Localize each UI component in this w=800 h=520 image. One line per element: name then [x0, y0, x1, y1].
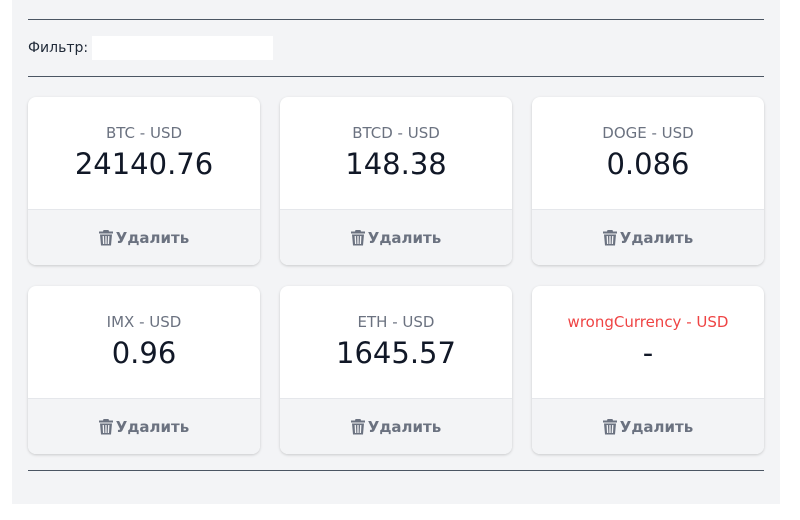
ticker-card-body: wrongCurrency - USD - [532, 286, 764, 398]
ticker-name: BTC - USD [105, 124, 183, 142]
delete-button[interactable]: Удалить [532, 398, 764, 454]
delete-button[interactable]: Удалить [532, 209, 764, 265]
trash-icon [350, 229, 365, 245]
trash-icon [602, 229, 617, 245]
trash-icon [350, 418, 365, 434]
delete-label: Удалить [367, 417, 442, 436]
trash-icon [602, 418, 617, 434]
ticker-card-body: DOGE - USD 0.086 [532, 97, 764, 209]
delete-label: Удалить [367, 228, 442, 247]
ticker-price: 148.38 [345, 147, 447, 181]
ticker-panel: Фильтр: BTC - USD 24140.76 Удалить BTCD … [12, 0, 780, 504]
ticker-name: BTCD - USD [352, 124, 440, 142]
ticker-name: wrongCurrency - USD [567, 313, 729, 331]
delete-label: Удалить [619, 228, 694, 247]
delete-label: Удалить [115, 417, 190, 436]
filter-row: Фильтр: [28, 36, 274, 60]
ticker-name: IMX - USD [106, 313, 182, 331]
filter-label: Фильтр: [28, 40, 89, 56]
ticker-price: 0.96 [111, 336, 177, 370]
ticker-card-body: ETH - USD 1645.57 [280, 286, 512, 398]
ticker-card[interactable]: DOGE - USD 0.086 Удалить [532, 97, 764, 265]
ticker-price: 0.086 [606, 147, 690, 181]
ticker-grid: BTC - USD 24140.76 Удалить BTCD - USD 14… [28, 97, 764, 454]
ticker-card[interactable]: wrongCurrency - USD - Удалить [532, 286, 764, 454]
ticker-price: 1645.57 [336, 336, 456, 370]
delete-button[interactable]: Удалить [28, 398, 260, 454]
filter-input[interactable] [92, 36, 274, 60]
ticker-card-body: IMX - USD 0.96 [28, 286, 260, 398]
delete-label: Удалить [619, 417, 694, 436]
delete-label: Удалить [115, 228, 190, 247]
trash-icon [98, 418, 113, 434]
ticker-card[interactable]: BTCD - USD 148.38 Удалить [280, 97, 512, 265]
ticker-name: DOGE - USD [602, 124, 694, 142]
trash-icon [98, 229, 113, 245]
ticker-card[interactable]: IMX - USD 0.96 Удалить [28, 286, 260, 454]
ticker-card-body: BTC - USD 24140.76 [28, 97, 260, 209]
delete-button[interactable]: Удалить [28, 209, 260, 265]
delete-button[interactable]: Удалить [280, 209, 512, 265]
ticker-card[interactable]: ETH - USD 1645.57 Удалить [280, 286, 512, 454]
divider-middle [28, 76, 764, 77]
ticker-price: 24140.76 [74, 147, 214, 181]
divider-top [28, 19, 764, 20]
ticker-card-body: BTCD - USD 148.38 [280, 97, 512, 209]
ticker-name: ETH - USD [357, 313, 435, 331]
delete-button[interactable]: Удалить [280, 398, 512, 454]
ticker-card[interactable]: BTC - USD 24140.76 Удалить [28, 97, 260, 265]
divider-bottom [28, 470, 764, 471]
ticker-price: - [642, 336, 654, 370]
